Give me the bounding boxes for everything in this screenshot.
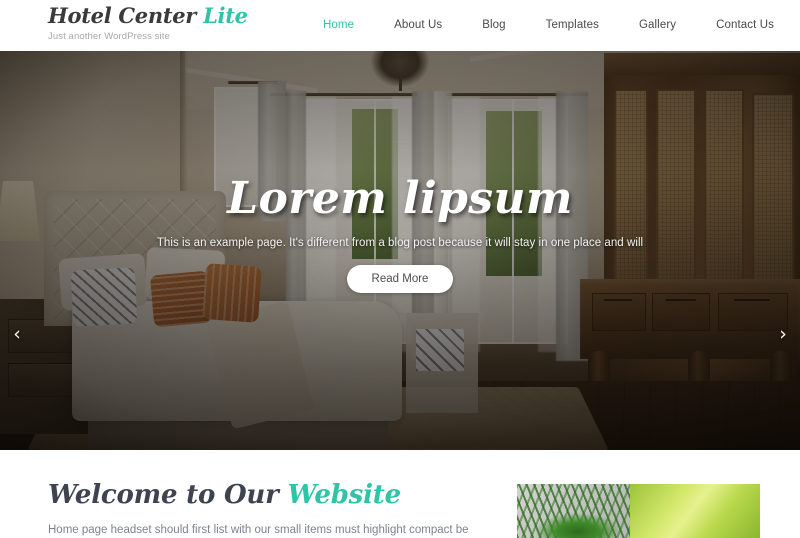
main-navigation: Home About Us Blog Templates Gallery Con…	[323, 19, 774, 31]
site-title-accent: Lite	[203, 3, 248, 28]
site-tagline: Just another WordPress site	[48, 31, 170, 42]
site-header: Hotel Center Lite Just another WordPress…	[0, 0, 800, 51]
nav-item-templates[interactable]: Templates	[546, 19, 599, 31]
page-root: Hotel Center Lite Just another WordPress…	[0, 0, 800, 538]
hero-background-image	[0, 51, 800, 450]
welcome-heading-main: Welcome to Our	[48, 480, 288, 510]
nav-item-gallery[interactable]: Gallery	[639, 19, 676, 31]
nav-item-about-us[interactable]: About Us	[394, 19, 442, 31]
nav-item-contact-us[interactable]: Contact Us	[716, 19, 774, 31]
welcome-heading: Welcome to Our Website	[48, 480, 478, 510]
read-more-button[interactable]: Read More	[346, 265, 454, 293]
welcome-text-column: Welcome to Our Website Home page headset…	[48, 480, 478, 538]
site-title-main: Hotel Center	[48, 3, 197, 28]
welcome-image	[517, 484, 760, 538]
welcome-image-green-half	[630, 484, 760, 538]
slider-prev-arrow-icon[interactable]: ‹	[6, 323, 28, 345]
hero-dark-overlay	[0, 51, 800, 450]
nav-item-home[interactable]: Home	[323, 19, 354, 31]
welcome-image-plant-half	[517, 484, 630, 538]
welcome-heading-accent: Website	[287, 480, 401, 510]
hero-slider: Lorem lipsum This is an example page. It…	[0, 51, 800, 450]
nav-item-blog[interactable]: Blog	[482, 19, 505, 31]
site-title: Hotel Center Lite	[48, 5, 248, 27]
brand-block[interactable]: Hotel Center Lite Just another WordPress…	[48, 5, 248, 43]
welcome-body-text: Home page headset should first list with…	[48, 524, 469, 536]
slider-next-arrow-icon[interactable]: ›	[772, 323, 794, 345]
